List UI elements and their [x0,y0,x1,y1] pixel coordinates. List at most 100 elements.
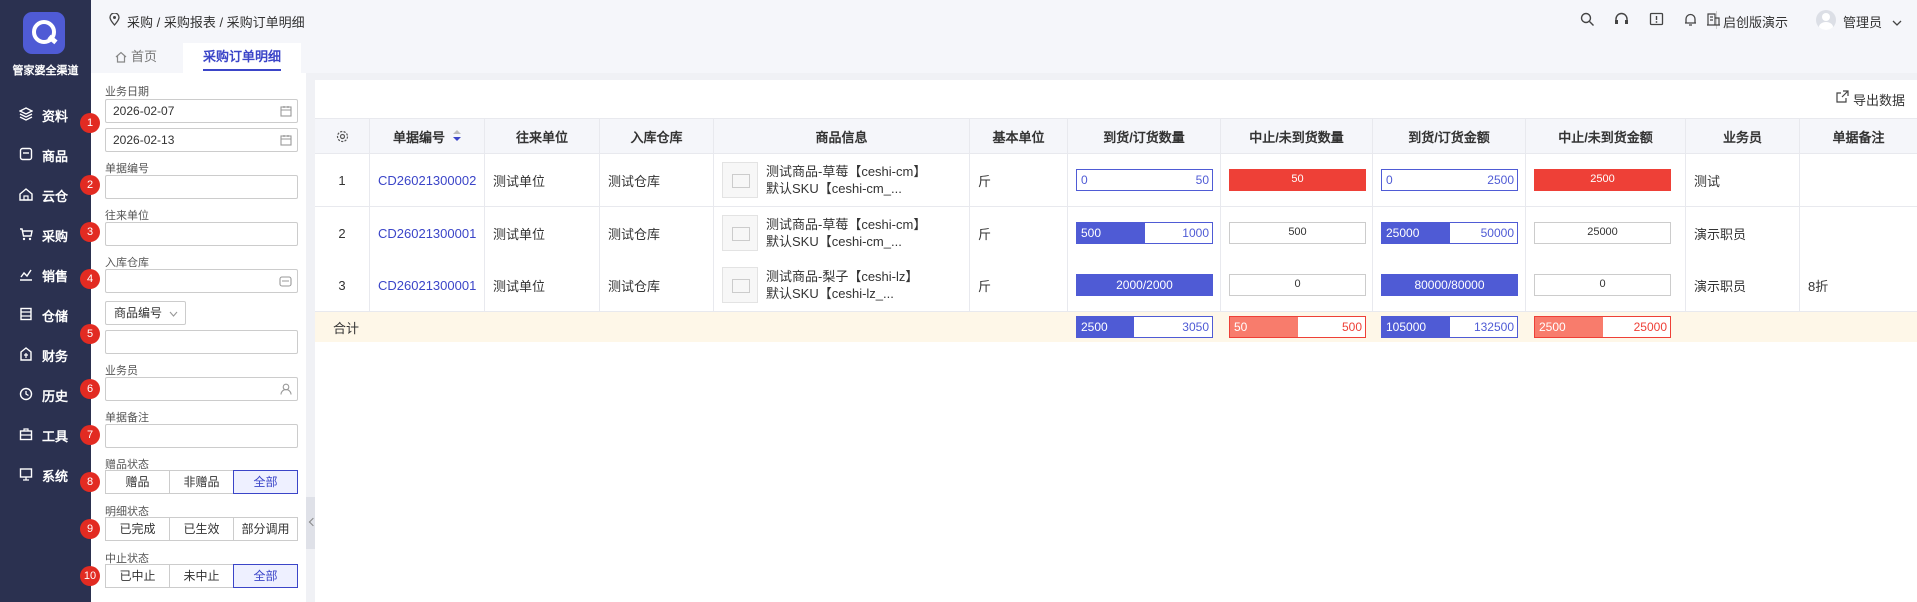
table-row[interactable]: 3 CD26021300001 测试单位 测试仓库 测试商品-梨子【ceshi-lz】默… [315,259,1917,312]
date-end-input[interactable]: 2026-02-13 [105,128,298,152]
stop-option-stopped[interactable]: 已中止 [105,564,170,588]
nav-item-history[interactable]: 历史 [0,377,91,411]
user-menu[interactable]: 管理员 [1843,12,1902,31]
table-header: 单据编号 往来单位 入库仓库 商品信息 基本单位 到货/订货数量 中止/未到货数… [315,118,1917,154]
step-badge: 6 [80,379,100,399]
avatar[interactable] [1816,10,1836,30]
search-icon[interactable] [1580,12,1595,27]
partner-input[interactable] [105,222,298,246]
detail-option-partial[interactable]: 部分调用 [233,517,298,541]
app-logo [23,12,65,54]
bar-value-right: 2500 [1487,173,1514,187]
header-label: 往来单位 [515,129,568,145]
header-label: 入库仓库 [630,129,683,145]
header-label: 商品信息 [815,129,868,145]
headset-icon[interactable] [1614,12,1629,27]
bill-no-link[interactable]: CD26021300002 [378,173,476,188]
bar-value: 500 [1288,226,1307,238]
cell-product: 测试商品-草莓【ceshi-cm】 默认SKU【ceshi-cm_... [714,207,970,259]
row-index: 3 [338,277,346,293]
bar-value-left: 25000 [1386,226,1420,240]
tenant-name: 启创版演示 [1723,15,1789,30]
header-label: 业务员 [1722,129,1762,145]
nav-label: 系统 [42,469,69,484]
header-bill-no[interactable]: 单据编号 [370,119,485,153]
nav-item-sales[interactable]: 销售 [0,257,91,291]
bill-no-link[interactable]: CD26021300001 [378,278,476,293]
nav-item-storage[interactable]: 仓储 [0,297,91,331]
monitor-icon [19,468,33,481]
table-row[interactable]: 1 CD26021300002 测试单位 测试仓库 测试商品-草莓【ceshi-cm】默… [315,154,1917,207]
arrived-qty-bar: 0 50 [1076,169,1213,191]
nav-label: 财务 [42,349,69,364]
detail-option-completed[interactable]: 已完成 [105,517,170,541]
staff-input[interactable] [105,377,298,401]
gift-option-gift[interactable]: 赠品 [105,470,170,494]
bill-no-input[interactable] [105,175,298,199]
main-content: 导出数据 单据编号 往来单位 入库仓库 商品信息 基本单位 到货/订货数量 中止… [315,80,1917,602]
date-start-input[interactable]: 2026-02-07 [105,99,298,123]
sort-icon[interactable] [453,130,461,142]
product-input[interactable] [105,330,298,354]
tab-home[interactable]: 首页 [101,43,177,73]
bell-icon[interactable] [1683,12,1698,27]
stop-option-all[interactable]: 全部 [233,564,298,588]
nav-label: 商品 [42,149,69,164]
tab-label: 首页 [131,49,158,64]
table-row[interactable]: 2 CD26021300001 测试单位 测试仓库 测试商品-草莓【ceshi-cm】默… [315,207,1917,260]
nav-item-cloud-warehouse[interactable]: 云仓 [0,177,91,211]
nav-item-finance[interactable]: 财务 [0,337,91,371]
product-image[interactable] [722,267,758,303]
cell-stop-qty: 50 [1221,154,1373,206]
nav-item-data[interactable]: 资料 [0,97,91,131]
nav-item-products[interactable]: 商品 [0,137,91,171]
row-index: 1 [338,172,346,188]
product-image[interactable] [722,215,758,251]
warehouse-text: 测试仓库 [608,173,661,189]
cell-product: 测试商品-梨子【ceshi-lz】 默认SKU【ceshi-lz_... [714,259,970,311]
stop-qty-bar: 50 [1229,169,1366,191]
cell-unit: 斤 [970,207,1068,259]
header-product: 商品信息 [714,119,970,153]
product-sku: 默认SKU【ceshi-cm_... [766,234,902,249]
stop-option-not-stopped[interactable]: 未中止 [169,564,234,588]
tenant-switcher[interactable]: 启创版演示 [1707,12,1789,31]
stop-status-toggle: 已中止 未中止 全部 [105,564,298,588]
header-label: 中止/未到货数量 [1249,129,1344,145]
history-icon [19,387,33,401]
detail-option-effective[interactable]: 已生效 [169,517,234,541]
date-label: 业务日期 [105,86,149,98]
step-badge: 8 [80,472,100,492]
staff-label: 业务员 [105,365,138,377]
calendar-icon [280,135,292,146]
column-settings[interactable] [315,119,370,153]
cell-bill-no: CD26021300001 [370,207,485,259]
box-icon [19,147,33,161]
note-input[interactable] [105,424,298,448]
export-button[interactable]: 导出数据 [1836,90,1905,109]
tab-purchase-order-detail[interactable]: 采购订单明细 [183,43,302,73]
gift-option-all[interactable]: 全部 [233,470,298,494]
warehouse-input[interactable] [105,269,298,293]
nav-item-purchase[interactable]: 采购 [0,217,91,251]
user-icon [280,383,292,395]
summary-stop-amount-bar: 2500 25000 [1534,316,1671,338]
stop-amount-bar: 25000 [1534,222,1671,244]
bar-value: 0 [1599,278,1606,290]
note-text: 8折 [1808,278,1829,294]
header-note: 单据备注 [1800,119,1917,153]
cell-stop-amount: 2500 [1526,154,1686,206]
cell-arrived-qty: 500 1000 [1068,207,1221,259]
date-end-value: 2026-02-13 [113,133,175,147]
unit-text: 斤 [978,278,992,294]
nav-item-tools[interactable]: 工具 [0,417,91,451]
product-image[interactable] [722,162,758,198]
gift-option-non-gift[interactable]: 非赠品 [169,470,234,494]
staff-text: 演示职员 [1694,278,1747,294]
partner-text: 测试单位 [493,278,546,294]
notice-icon[interactable] [1649,12,1664,27]
product-field-select[interactable]: 商品编号 [105,301,186,325]
bill-no-link[interactable]: CD26021300001 [378,226,476,241]
nav-item-system[interactable]: 系统 [0,457,91,491]
step-badge: 7 [80,425,100,445]
